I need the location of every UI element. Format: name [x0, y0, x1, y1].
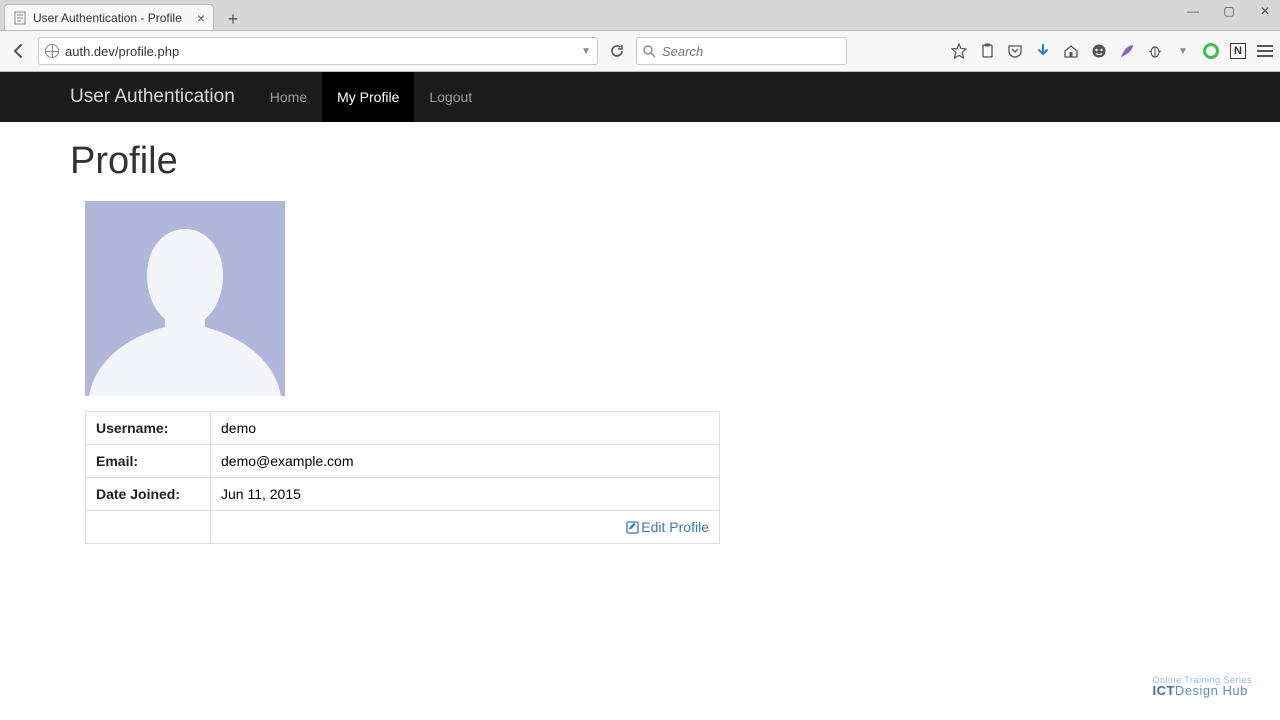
close-window-button[interactable]: ✕ [1254, 4, 1276, 18]
browser-toolbar: ▼ ▼ N [0, 30, 1280, 72]
address-bar[interactable]: ▼ [38, 37, 598, 65]
green-ring-icon[interactable] [1202, 42, 1220, 60]
table-row: Email: demo@example.com [86, 445, 720, 478]
search-icon [643, 45, 656, 58]
tab-close-icon[interactable]: × [197, 10, 205, 26]
minimize-button[interactable]: — [1182, 4, 1204, 18]
back-button[interactable] [6, 38, 32, 64]
edit-profile-label: Edit Profile [641, 519, 709, 535]
table-row: Username: demo [86, 412, 720, 445]
site-identity-icon [45, 44, 59, 58]
nav-my-profile[interactable]: My Profile [322, 72, 414, 122]
pocket-icon[interactable] [1006, 42, 1024, 60]
n-box-icon[interactable]: N [1230, 43, 1246, 59]
page-title: Profile [70, 140, 1210, 183]
browser-tab-strip: User Authentication - Profile × + — ▢ ✕ [0, 0, 1280, 30]
watermark: Online Training Series ICTDesign Hub [1152, 675, 1252, 698]
home-icon[interactable] [1062, 42, 1080, 60]
brand[interactable]: User Authentication [70, 86, 235, 108]
username-value: demo [211, 412, 720, 445]
edit-profile-link[interactable]: Edit Profile [626, 519, 709, 535]
table-row: Edit Profile [86, 511, 720, 544]
dropdown-menu-icon[interactable]: ▼ [1174, 42, 1192, 60]
email-label: Email: [86, 445, 211, 478]
downloads-icon[interactable] [1034, 42, 1052, 60]
page-navbar: User Authentication Home My Profile Logo… [0, 72, 1280, 122]
email-value: demo@example.com [211, 445, 720, 478]
date-joined-value: Jun 11, 2015 [211, 478, 720, 511]
face-icon[interactable] [1090, 42, 1108, 60]
search-bar[interactable] [636, 37, 847, 65]
browser-tab[interactable]: User Authentication - Profile × [4, 4, 214, 30]
clipboard-icon[interactable] [978, 42, 996, 60]
tab-title: User Authentication - Profile [33, 11, 182, 25]
search-input[interactable] [662, 44, 840, 59]
url-input[interactable] [65, 44, 575, 59]
nav-home[interactable]: Home [255, 72, 322, 122]
bookmark-star-icon[interactable] [950, 42, 968, 60]
username-label: Username: [86, 412, 211, 445]
tab-favicon [13, 11, 27, 25]
bug-icon[interactable] [1146, 42, 1164, 60]
date-joined-label: Date Joined: [86, 478, 211, 511]
reload-button[interactable] [604, 38, 630, 64]
edit-icon [626, 521, 639, 534]
profile-avatar [85, 201, 285, 396]
hamburger-menu-icon[interactable] [1256, 42, 1274, 60]
url-dropdown-icon[interactable]: ▼ [581, 46, 591, 57]
table-row: Date Joined: Jun 11, 2015 [86, 478, 720, 511]
profile-table: Username: demo Email: demo@example.com D… [85, 411, 720, 544]
new-tab-button[interactable]: + [220, 8, 246, 30]
maximize-button[interactable]: ▢ [1218, 4, 1240, 18]
nav-logout[interactable]: Logout [414, 72, 487, 122]
feather-icon[interactable] [1118, 42, 1136, 60]
